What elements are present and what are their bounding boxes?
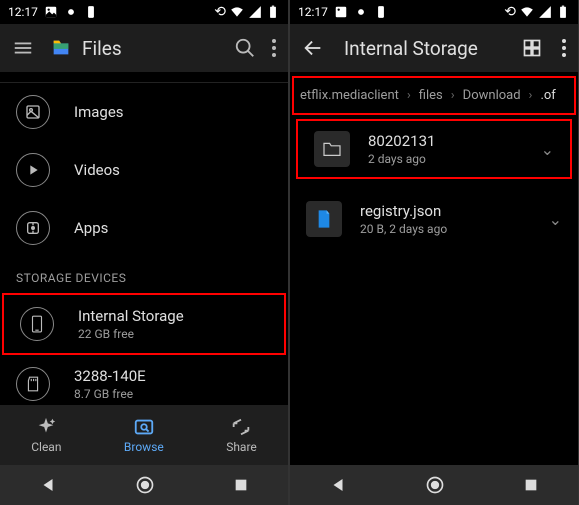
chevron-right-icon: › [451, 88, 455, 103]
chevron-down-icon[interactable]: ⌄ [541, 140, 554, 159]
search-icon[interactable] [234, 37, 256, 59]
chevron-right-icon: › [529, 88, 533, 103]
files-logo-icon [50, 37, 72, 59]
content-area: 80202131 2 days ago ⌄ registry.json 20 B… [290, 115, 578, 465]
wifi-icon [230, 5, 244, 19]
browse-icon [133, 416, 155, 438]
record-icon [354, 5, 368, 19]
storage-external[interactable]: 3288-140E 8.7 GB free [0, 355, 288, 405]
nav-clean[interactable]: Clean [31, 416, 61, 454]
grid-view-icon[interactable] [522, 38, 542, 58]
crumb-0[interactable]: etflix.mediaclient [296, 86, 403, 105]
sync-icon: ⟲ [214, 4, 226, 20]
crumb-1[interactable]: files [415, 86, 447, 105]
right-screenshot: 12:17 ⟲ Internal Storage etflix.mediacli… [290, 0, 578, 505]
app-bar: Files [0, 24, 288, 72]
file-item[interactable]: registry.json 20 B, 2 days ago ⌄ [290, 191, 578, 247]
category-item-apps[interactable]: Apps [0, 199, 288, 257]
wifi-icon [520, 5, 534, 19]
folder-icon [314, 131, 350, 167]
storage-internal[interactable]: Internal Storage 22 GB free [4, 295, 284, 353]
picture-icon [334, 5, 348, 19]
app-title-text: Files [82, 37, 122, 60]
share-icon [230, 416, 252, 438]
system-nav [0, 465, 288, 505]
images-icon [16, 95, 50, 129]
back-icon[interactable] [329, 476, 347, 494]
chevron-down-icon[interactable]: ⌄ [549, 210, 562, 229]
home-icon[interactable] [135, 475, 155, 495]
crumb-3[interactable]: .of [536, 86, 559, 105]
category-item-images[interactable]: Images [0, 82, 288, 141]
sd-card-icon [16, 367, 50, 401]
content-area: Images Videos Apps STORAGE DEVICES Inter… [0, 72, 288, 405]
system-nav [290, 465, 578, 505]
back-arrow-icon[interactable] [302, 37, 324, 59]
menu-icon[interactable] [12, 37, 34, 59]
status-time: 12:17 [8, 5, 38, 19]
more-icon[interactable] [562, 39, 566, 57]
app-title-text: Internal Storage [344, 37, 478, 60]
status-bar: 12:17 ⟲ [290, 0, 578, 24]
left-screenshot: 12:17 ⟲ Files Images [0, 0, 288, 505]
clean-icon [35, 416, 57, 438]
app-bar: Internal Storage [290, 24, 578, 72]
bottom-nav: Clean Browse Share [0, 405, 288, 465]
folder-item[interactable]: 80202131 2 days ago ⌄ [298, 121, 570, 177]
phone-small-icon [374, 5, 388, 19]
battery-icon [266, 5, 280, 19]
status-time: 12:17 [298, 5, 328, 19]
home-icon[interactable] [425, 475, 445, 495]
nav-share[interactable]: Share [226, 416, 257, 454]
signal-icon [538, 5, 552, 19]
nav-browse[interactable]: Browse [124, 416, 164, 454]
category-item-videos[interactable]: Videos [0, 141, 288, 199]
picture-icon [44, 5, 58, 19]
recent-icon[interactable] [523, 477, 539, 493]
videos-icon [16, 153, 50, 187]
file-icon [306, 201, 342, 237]
apps-icon [16, 211, 50, 245]
record-icon [64, 5, 78, 19]
signal-icon [248, 5, 262, 19]
phone-small-icon [84, 5, 98, 19]
phone-storage-icon [20, 307, 54, 341]
app-title: Files [50, 37, 218, 60]
more-icon[interactable] [272, 39, 276, 57]
status-bar: 12:17 ⟲ [0, 0, 288, 24]
recent-icon[interactable] [233, 477, 249, 493]
chevron-right-icon: › [407, 88, 411, 103]
breadcrumb[interactable]: etflix.mediaclient › files › Download › … [294, 78, 574, 113]
sync-icon: ⟲ [504, 4, 516, 20]
crumb-2[interactable]: Download [459, 86, 525, 105]
section-header: STORAGE DEVICES [0, 257, 288, 293]
back-icon[interactable] [39, 476, 57, 494]
battery-icon [556, 5, 570, 19]
